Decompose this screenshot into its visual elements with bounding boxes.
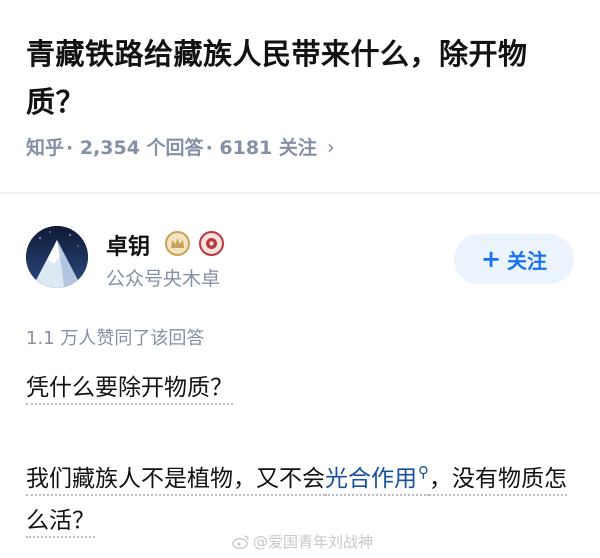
watermark: @爱国青年刘战神 [232,531,373,552]
red-badge-icon[interactable] [199,231,224,256]
chevron-right-icon: › [326,134,335,159]
search-icon: ⚲ [418,463,429,481]
plus-icon: + [480,245,502,273]
search-term-link[interactable]: 光合作用⚲ [325,463,429,496]
author-bio: 公众号央木卓 [106,268,221,290]
follow-label: 关注 [507,248,548,273]
weibo-logo-icon [232,535,249,549]
source-label: 知乎 [26,137,65,159]
watermark-text: @爱国青年刘战神 [253,533,374,551]
answer-paragraph-1: 凭什么要除开物质？ [26,367,574,409]
search-term-label: 光合作用 [325,465,417,492]
follower-count: · 6181 关注 [205,137,317,159]
answer-paragraph-1-text: 凭什么要除开物质？ [26,375,233,405]
divider [0,192,600,194]
upvote-stats: 1.1 万人赞同了该回答 [26,328,205,349]
question-meta[interactable]: 知乎 · 2,354 个回答 · 6181 关注 › [26,133,335,160]
follow-button[interactable]: + 关注 [454,234,574,284]
answer-text-before: 我们藏族人不是植物，又不会 [26,465,325,496]
author-name[interactable]: 卓钥 [106,229,150,261]
answer-count: · 2,354 个回答 [66,137,204,159]
crown-badge-icon[interactable] [165,231,190,256]
snow-mountain-avatar [26,226,88,288]
avatar[interactable] [26,226,88,288]
zhihu-answer-page: 青藏铁路给藏族人民带来什么，除开物质？ 知乎 · 2,354 个回答 · 618… [0,0,600,558]
question-title[interactable]: 青藏铁路给藏族人民带来什么，除开物质？ [26,30,574,126]
answer-paragraph-2: 我们藏族人不是植物，又不会光合作用⚲，没有物质怎么活？ [26,451,574,542]
